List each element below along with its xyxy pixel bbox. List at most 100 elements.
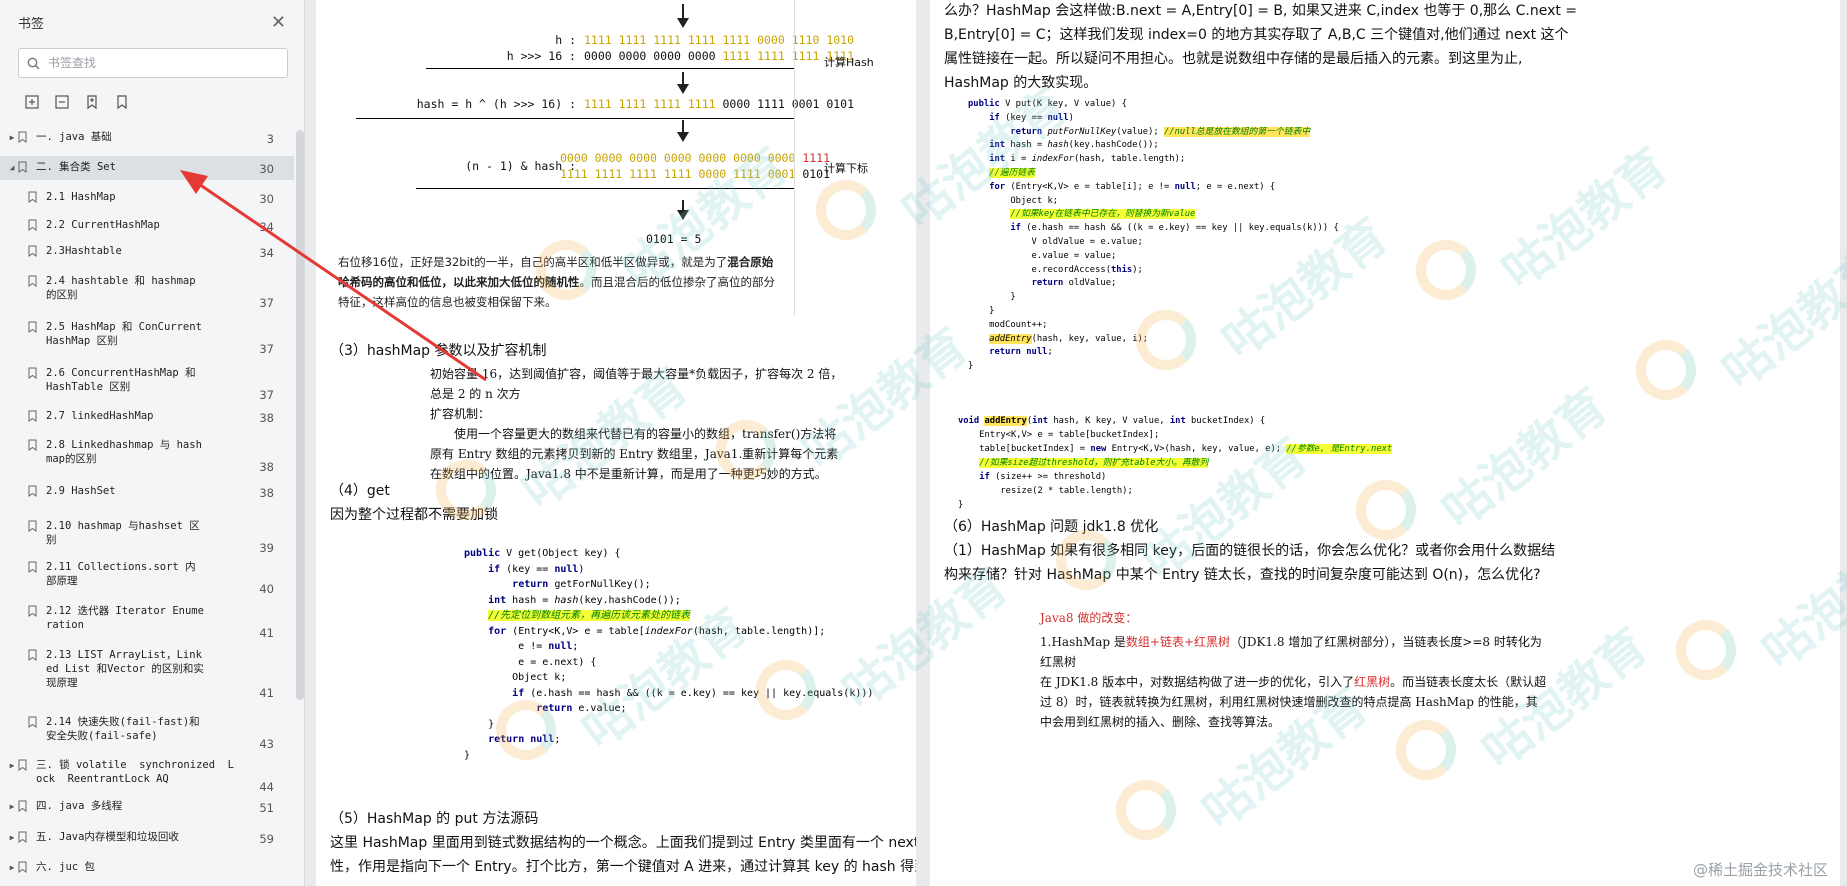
expand-all-icon[interactable] [24, 94, 40, 110]
code-addentry-method: void addEntry(int hash, K key, V value, … [958, 416, 1393, 510]
bookmark-flag-icon [28, 520, 38, 536]
bookmark-item[interactable]: 2.9 HashSet 38 [0, 480, 294, 502]
java8-point-2: 在 JDK1.8 版本中，对数据结构做了进一步的优化，引入了红黑树。而当链表长度… [1040, 672, 1548, 732]
bookmark-page-number: 30 [259, 162, 274, 176]
bookmark-page-number: 34 [259, 246, 274, 260]
bookmark-page-number: 37 [259, 388, 274, 402]
bookmark-item[interactable]: ▶ 三. 锁 volatile synchronized Lock Reentra… [0, 754, 294, 794]
calc-hash-label: 计算Hash [824, 56, 874, 69]
intro-line4: HashMap 的大致实现。 [944, 75, 1098, 91]
diagram-rule [356, 118, 794, 119]
java8-point-2a: 在 JDK1.8 版本中，对数据结构做了进一步的优化，引入了 [1040, 675, 1355, 689]
bookmark-page-number: 41 [259, 626, 274, 640]
bookmark-label: 2.12 迭代器 Iterator Enumeration [46, 605, 204, 631]
bookmark-search-input[interactable] [46, 55, 250, 71]
close-icon[interactable]: ✕ [271, 12, 286, 33]
bookmark-item[interactable]: 2.14 快速失败(fail-fast)和安全失败(fail-safe) 43 [0, 711, 294, 751]
bookmark-page-number: 51 [259, 801, 274, 815]
bookmark-label: 2.10 hashmap 与hashset 区别 [46, 520, 200, 546]
bookmark-page-number: 39 [259, 541, 274, 555]
bookmark-page-number: 34 [259, 220, 274, 234]
bookmark-item[interactable]: ◢ 二. 集合类 Set 30 [0, 156, 294, 180]
document-page-right: 么办？HashMap 会这样做:B.next = A,Entry[0] = B,… [930, 0, 1840, 886]
bookmark-item[interactable]: 2.4 hashtable 和 hashmap 的区别 37 [0, 270, 294, 310]
bookmark-flag-icon [28, 219, 38, 235]
section-3-p1: 初始容量 16，达到阈值扩容，阈值等于最大容量*负载因子，扩容每次 2 倍，总是… [430, 367, 843, 401]
hash-bits-high: 1111 1111 1111 1111 [584, 97, 723, 111]
bookmark-label: 五. Java内存模型和垃圾回收 [36, 831, 179, 843]
bookmark-flag-icon [28, 605, 38, 621]
bookmark-item[interactable]: 2.10 hashmap 与hashset 区别 39 [0, 515, 294, 555]
add-bookmark-icon[interactable] [84, 94, 100, 110]
bookmark-page-number: 37 [259, 342, 274, 356]
bookmark-label: 二. 集合类 Set [36, 161, 116, 173]
bookmark-flag-icon [18, 831, 28, 847]
java8-point-2b: 红黑树 [1354, 675, 1391, 689]
bookmark-scrollbar[interactable] [296, 130, 304, 700]
bookmark-item[interactable]: 2.1 HashMap 30 [0, 186, 294, 208]
bookmark-label: 2.6 ConcurrentHashMap 和 HashTable 区别 [46, 367, 202, 393]
bookmark-flag-icon [28, 275, 38, 291]
shift-bits: 0000 0000 0000 0000 1111 1111 1111 1111 [584, 48, 854, 64]
bookmark-item[interactable]: 2.12 迭代器 Iterator Enumeration 41 [0, 600, 294, 640]
bookmark-panel: 书签 ✕ ▶ 一. java 基础 3 ◢ 二. 集合类 Set 30 2.1 HashMa… [0, 0, 305, 886]
search-icon [27, 57, 40, 69]
shift-explanation-a: 右位移16位，正好是32bit的一半，自己的高半区和低半区做异或，就是为了 [338, 255, 728, 269]
bookmark-flag-icon [28, 367, 38, 383]
bookmark-item[interactable]: ▶ 六. juc 包 [0, 856, 294, 878]
bookmark-flag-icon [18, 161, 28, 177]
diagram-arrow-head [677, 18, 689, 28]
bookmark-item[interactable]: 2.3Hashtable 34 [0, 240, 294, 262]
bookmark-page-number: 40 [259, 582, 274, 596]
bookmark-item[interactable]: 2.5 HashMap 和 ConCurrentHashMap 区别 37 [0, 316, 294, 356]
bookmark-label: 一. java 基础 [36, 131, 112, 143]
bookmark-panel-header: 书签 ✕ [0, 0, 304, 44]
bookmark-label: 2.2 CurrentHashMap [46, 219, 160, 231]
bookmark-flag-icon [28, 561, 38, 577]
bookmark-flag-icon [18, 131, 28, 147]
expand-chevron-icon[interactable]: ▶ [6, 831, 18, 845]
java8-point-1b: 数组+链表+红黑树 [1125, 635, 1231, 649]
intro-line3: 属性链接在一起。所以疑问不用担心。也就是说数组中存储的是最后插入的元素。到这里为… [944, 51, 1523, 67]
intro-line1: 么办？HashMap 会这样做:B.next = A,Entry[0] = B,… [944, 3, 1578, 19]
bookmark-label: 2.14 快速失败(fail-fast)和安全失败(fail-safe) [46, 716, 200, 742]
bookmark-search-box[interactable] [18, 48, 288, 78]
bookmark-icon[interactable] [114, 94, 130, 110]
bookmark-item[interactable]: 2.13 LIST ArrayList，Linked List 和Vector … [0, 644, 294, 700]
diagram-rule [416, 188, 794, 189]
question-1-line2: 构来存储？针对 HashMap 中某个 Entry 链太长，查找的时间复杂度可能… [944, 567, 1541, 583]
bookmark-item[interactable]: 2.6 ConcurrentHashMap 和 HashTable 区别 37 [0, 362, 294, 402]
bookmark-item[interactable]: ▶ 五. Java内存模型和垃圾回收 59 [0, 826, 294, 848]
collapse-chevron-icon[interactable]: ◢ [6, 161, 18, 175]
expand-chevron-icon[interactable]: ▶ [6, 861, 18, 875]
collapse-all-icon[interactable] [54, 94, 70, 110]
hash-label: hash = h ^ (h >>> 16) : [416, 97, 576, 111]
bookmark-flag-icon [18, 759, 28, 775]
bookmark-label: 2.1 HashMap [46, 191, 116, 203]
bookmark-page-number: 3 [266, 132, 274, 146]
section-3-p2: 扩容机制： [430, 407, 491, 421]
bookmark-label: 2.3Hashtable [46, 245, 122, 257]
bookmark-page-number: 37 [259, 296, 274, 310]
shift-explanation: 右位移16位，正好是32bit的一半，自己的高半区和低半区做异或，就是为了混合原… [338, 252, 778, 312]
bookmark-flag-icon [18, 861, 28, 877]
page-fold [794, 0, 795, 316]
bookmark-item[interactable]: ▶ 一. java 基础 3 [0, 126, 294, 148]
diagram-arrow-head [677, 84, 689, 94]
shift-label: h >>> 16 : [506, 49, 576, 63]
expand-chevron-icon[interactable]: ▶ [6, 131, 18, 145]
bookmark-flag-icon [28, 439, 38, 455]
bookmark-item[interactable]: 2.2 CurrentHashMap 34 [0, 214, 294, 236]
section-5-p1: 这里 HashMap 里面用到链式数据结构的一个概念。上面我们提到过 Entry… [330, 835, 916, 851]
expand-chevron-icon[interactable]: ▶ [6, 800, 18, 814]
bookmark-item[interactable]: ▶ 四. java 多线程 51 [0, 795, 294, 817]
n-bits-line1: 0000 0000 0000 0000 0000 0000 0000 1111 [560, 150, 830, 166]
bookmark-page-number: 44 [259, 780, 274, 794]
expand-chevron-icon[interactable]: ▶ [6, 759, 18, 773]
hash-bits-low: 0000 1111 0001 0101 [722, 97, 855, 111]
bookmark-label: 2.13 LIST ArrayList，Linked List 和Vector … [46, 649, 204, 689]
bookmark-item[interactable]: 2.11 Collections.sort 内部原理 40 [0, 556, 294, 596]
bookmark-page-number: 41 [259, 686, 274, 700]
bookmark-item[interactable]: 2.7 linkedHashMap 38 [0, 405, 294, 427]
bookmark-item[interactable]: 2.8 Linkedhashmap 与 hashmap的区别 38 [0, 434, 294, 474]
